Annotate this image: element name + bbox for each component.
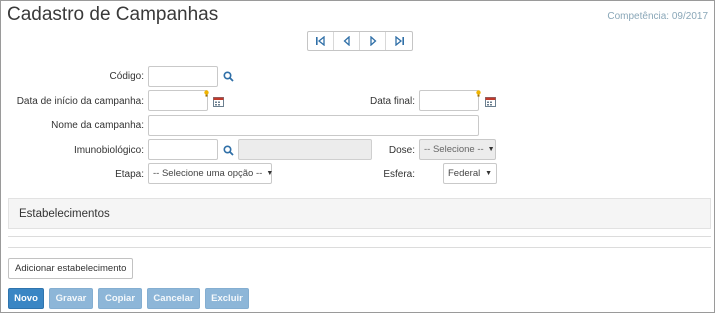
chevron-down-icon: ▼ [485, 170, 492, 177]
divider [8, 236, 711, 237]
imunobiologico-input[interactable] [148, 139, 218, 160]
search-icon[interactable] [222, 70, 234, 82]
estabelecimentos-section: Estabelecimentos [8, 198, 711, 229]
search-icon[interactable] [222, 144, 234, 156]
chevron-down-icon: ▼ [266, 170, 274, 177]
hint-bulb-icon [203, 89, 209, 97]
next-icon [368, 36, 378, 46]
competencia-label: Competência: 09/2017 [607, 11, 708, 22]
last-page-icon [393, 36, 405, 46]
chevron-down-icon: ▼ [487, 146, 495, 153]
calendar-icon[interactable] [484, 95, 496, 107]
codigo-input[interactable] [148, 66, 218, 87]
excluir-button[interactable]: Excluir [205, 288, 249, 309]
page-title: Cadastro de Campanhas [7, 4, 219, 25]
esfera-selected-value: Federal [448, 168, 481, 179]
novo-button[interactable]: Novo [8, 288, 44, 309]
gravar-button[interactable]: Gravar [49, 288, 93, 309]
nome-campanha-label: Nome da campanha: [51, 120, 144, 131]
section-title: Estabelecimentos [19, 208, 110, 220]
esfera-select[interactable]: Federal ▼ [443, 163, 497, 184]
etapa-selected-value: -- Selecione uma opção -- [153, 168, 263, 179]
page-frame: Cadastro de Campanhas Competência: 09/20… [0, 0, 715, 313]
data-final-label: Data final: [369, 96, 415, 107]
calendar-icon[interactable] [212, 95, 224, 107]
record-navigation [307, 31, 413, 51]
add-estabelecimento-button[interactable]: Adicionar estabelecimento [8, 258, 134, 279]
divider [8, 247, 711, 248]
data-final-input[interactable] [419, 90, 479, 111]
first-record-button[interactable] [308, 32, 334, 50]
esfera-label: Esfera: [383, 169, 415, 180]
cancelar-button[interactable]: Cancelar [147, 288, 200, 309]
dose-selected-value: -- Selecione -- [424, 144, 484, 155]
first-page-icon [315, 36, 327, 46]
etapa-label: Etapa: [115, 169, 144, 180]
last-record-button[interactable] [386, 32, 412, 50]
imunobiologico-label: Imunobiológico: [73, 145, 144, 156]
dose-label: Dose: [388, 145, 415, 156]
data-inicio-input[interactable] [148, 90, 208, 111]
data-inicio-label: Data de início da campanha: [16, 96, 144, 107]
codigo-label: Código: [109, 71, 144, 82]
previous-icon [342, 36, 352, 46]
hint-bulb-icon [475, 89, 481, 97]
dose-select[interactable]: -- Selecione -- ▼ [419, 139, 496, 160]
copiar-button[interactable]: Copiar [98, 288, 142, 309]
previous-record-button[interactable] [334, 32, 360, 50]
imunobiologico-description [238, 139, 372, 160]
next-record-button[interactable] [360, 32, 386, 50]
nome-campanha-input[interactable] [148, 115, 479, 136]
etapa-select[interactable]: -- Selecione uma opção -- ▼ [148, 163, 274, 184]
